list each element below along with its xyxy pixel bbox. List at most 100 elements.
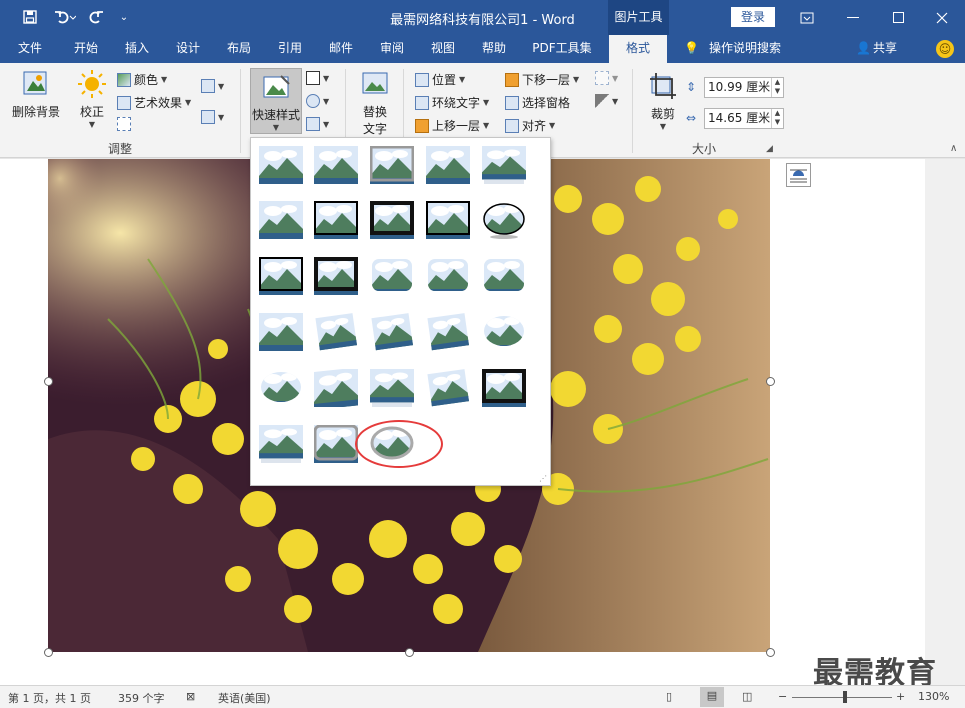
quick-style-thumbnail[interactable] [482, 313, 526, 351]
ribbon-display-options-icon[interactable] [784, 0, 830, 35]
resize-handle-left[interactable] [44, 377, 53, 386]
tab-insert[interactable]: 插入 [115, 35, 159, 63]
quick-style-thumbnail[interactable] [370, 257, 414, 295]
quick-style-thumbnail[interactable] [313, 424, 359, 463]
crop-button[interactable]: 裁剪 ▼ [646, 71, 680, 131]
transparency-button[interactable] [117, 117, 131, 131]
quick-style-thumbnail[interactable] [482, 257, 526, 295]
close-icon[interactable] [919, 0, 965, 35]
quick-style-thumbnail[interactable] [482, 146, 526, 184]
tab-review[interactable]: 审阅 [370, 35, 414, 63]
bring-forward-button[interactable]: 上移一层 ▼ [415, 117, 489, 134]
tab-design[interactable]: 设计 [166, 35, 210, 63]
artistic-effects-icon [117, 95, 131, 110]
quick-style-thumbnail[interactable] [369, 145, 415, 184]
tab-home[interactable]: 开始 [64, 35, 108, 63]
compress-pictures-button[interactable]: ▼ [201, 79, 224, 93]
picture-effects-button[interactable]: ▼ [306, 94, 329, 108]
position-button[interactable]: 位置 ▼ [415, 71, 465, 88]
selection-pane-button[interactable]: 选择窗格 [505, 94, 570, 111]
quick-style-thumbnail[interactable] [370, 369, 414, 407]
zoom-in-button[interactable]: + [896, 690, 905, 703]
proofing-icon[interactable]: ⊠ [186, 690, 195, 703]
layout-options-button[interactable] [786, 163, 811, 187]
read-mode-icon[interactable]: ▯ [666, 690, 672, 703]
height-spinner-icon[interactable]: ▲ ▼ [771, 78, 783, 97]
align-button[interactable]: 对齐 ▼ [505, 117, 555, 134]
tab-file[interactable]: 文件 [8, 35, 52, 63]
resize-handle-bottom-left[interactable] [44, 648, 53, 657]
collapse-ribbon-icon[interactable]: ∧ [950, 143, 957, 154]
tab-references[interactable]: 引用 [268, 35, 312, 63]
customize-qat-icon[interactable]: ⌄ [112, 6, 136, 28]
login-button[interactable]: 登录 [731, 7, 775, 27]
height-input[interactable]: 10.99 厘米 ▲ ▼ [704, 77, 784, 98]
tab-pdf-tools[interactable]: PDF工具集 [524, 35, 600, 63]
tab-help[interactable]: 帮助 [472, 35, 516, 63]
width-input[interactable]: 14.65 厘米 ▲ ▼ [704, 108, 784, 129]
resize-handle-right[interactable] [766, 377, 775, 386]
quick-styles-button[interactable]: 快速样式 ▼ [250, 68, 302, 134]
remove-background-button[interactable]: 删除背景 [8, 69, 64, 120]
quick-style-thumbnail[interactable] [259, 257, 303, 295]
quick-style-thumbnail[interactable] [370, 313, 414, 351]
picture-layout-button[interactable]: ▼ [306, 117, 329, 131]
zoom-slider-track[interactable] [792, 697, 892, 698]
quick-style-thumbnail[interactable] [426, 201, 470, 239]
page-count[interactable]: 第 1 页，共 1 页 [8, 690, 91, 706]
vertical-scrollbar[interactable] [925, 159, 965, 685]
tab-layout[interactable]: 布局 [217, 35, 261, 63]
quick-style-thumbnail[interactable] [259, 146, 303, 184]
quick-style-thumbnail[interactable] [314, 257, 358, 295]
change-picture-button[interactable]: ▼ [201, 110, 224, 124]
group-button[interactable]: ▼ [595, 71, 618, 85]
minimize-icon[interactable] [830, 0, 876, 35]
zoom-out-button[interactable]: − [778, 690, 787, 703]
chevron-down-icon: ▼ [323, 119, 330, 129]
web-layout-icon[interactable]: ◫ [742, 690, 752, 703]
color-button[interactable]: 颜色 ▼ [117, 71, 167, 88]
zoom-level[interactable]: 130% [918, 690, 949, 703]
tab-format[interactable]: 格式 [609, 35, 667, 63]
quick-style-thumbnail[interactable] [259, 369, 303, 407]
share-button[interactable]: 👤 共享 [856, 35, 897, 63]
picture-border-button[interactable]: ▼ [306, 71, 329, 85]
quick-style-thumbnail[interactable] [314, 313, 358, 351]
redo-icon[interactable] [84, 6, 108, 28]
quick-style-thumbnail[interactable] [259, 313, 303, 351]
resize-handle-bottom[interactable] [405, 648, 414, 657]
feedback-smiley-icon[interactable]: ☺ [936, 40, 954, 58]
tab-mailings[interactable]: 邮件 [319, 35, 363, 63]
undo-icon[interactable] [50, 6, 80, 28]
quick-style-thumbnail[interactable] [259, 425, 303, 463]
rotate-button[interactable]: ▼ [595, 94, 618, 108]
maximize-icon[interactable] [876, 0, 922, 35]
resize-handle-bottom-right[interactable] [766, 648, 775, 657]
print-layout-icon[interactable]: ▤ [700, 687, 724, 707]
quick-style-thumbnail[interactable] [314, 367, 358, 410]
word-count[interactable]: 359 个字 [118, 690, 165, 706]
wrap-text-button[interactable]: 环绕文字 ▼ [415, 94, 489, 111]
zoom-slider-thumb[interactable] [843, 691, 847, 703]
tab-view[interactable]: 视图 [421, 35, 465, 63]
quick-style-thumbnail[interactable] [426, 146, 470, 184]
quick-style-thumbnail[interactable] [426, 369, 470, 407]
quick-style-thumbnail[interactable] [482, 201, 526, 239]
quick-style-thumbnail[interactable] [370, 201, 414, 239]
gallery-resize-grip-icon[interactable]: ⋰ [539, 474, 547, 483]
artistic-effects-button[interactable]: 艺术效果 ▼ [117, 94, 191, 111]
send-backward-button[interactable]: 下移一层 ▼ [505, 71, 579, 88]
save-icon[interactable] [18, 6, 42, 28]
width-spinner-icon[interactable]: ▲ ▼ [771, 109, 783, 128]
alt-text-button[interactable]: 替换 文字 [355, 69, 395, 137]
quick-style-thumbnail[interactable] [482, 369, 526, 407]
quick-style-thumbnail[interactable] [426, 313, 470, 351]
quick-style-thumbnail[interactable] [426, 257, 470, 295]
corrections-button[interactable]: 校正 ▼ [72, 69, 112, 129]
quick-style-thumbnail[interactable] [314, 146, 358, 184]
size-dialog-launcher-icon[interactable]: ◢ [766, 144, 773, 154]
language[interactable]: 英语(美国) [218, 690, 271, 706]
quick-style-thumbnail[interactable] [314, 201, 358, 239]
tell-me-search[interactable]: 💡 操作说明搜索 [684, 35, 781, 63]
quick-style-thumbnail[interactable] [259, 201, 303, 239]
